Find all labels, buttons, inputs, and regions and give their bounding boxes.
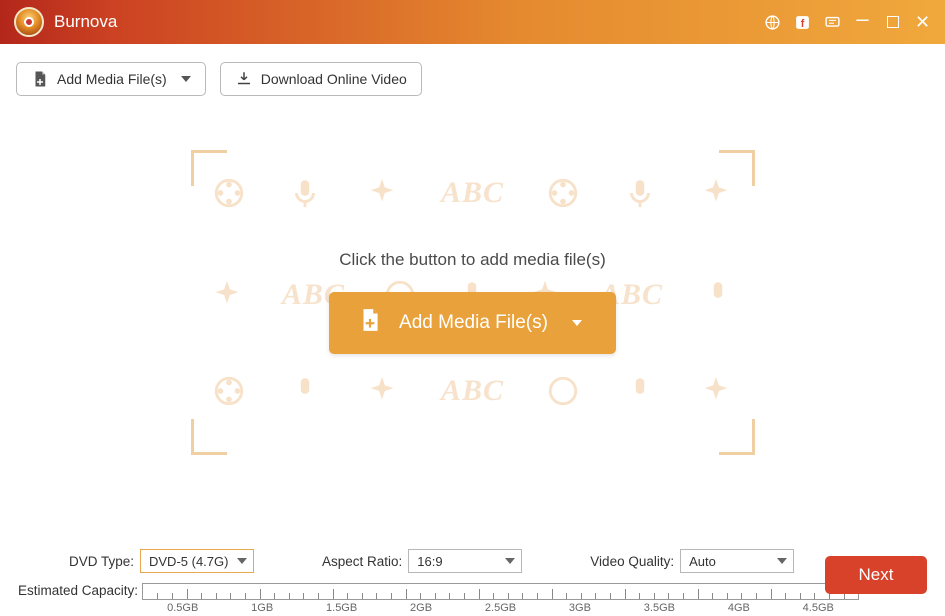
caret-down-icon <box>572 320 582 326</box>
app-logo-wrap: Burnova <box>14 7 117 37</box>
ruler-tick-label: 2GB <box>410 602 432 614</box>
video-quality-label: Video Quality: <box>590 554 674 569</box>
svg-text:f: f <box>801 17 805 29</box>
caret-down-icon <box>505 558 515 564</box>
aspect-ratio-dropdown[interactable]: 16:9 <box>408 549 522 573</box>
abc-watermark: ABC <box>441 176 504 210</box>
video-quality-value: Auto <box>689 554 716 569</box>
facebook-icon[interactable]: f <box>794 14 811 31</box>
caret-down-icon <box>237 558 247 564</box>
drop-zone[interactable]: ABC ABC ABC ABC Click the button to add … <box>191 150 755 455</box>
corner-bracket <box>719 419 755 455</box>
sparkle-icon <box>210 278 244 312</box>
download-icon <box>235 70 253 88</box>
ruler-tick-label: 4GB <box>728 602 750 614</box>
ruler-tick-label: 2.5GB <box>485 602 516 614</box>
abc-watermark: ABC <box>441 374 504 408</box>
mic-icon <box>701 278 735 312</box>
minimize-button[interactable]: – <box>854 11 871 28</box>
ruler-tick-label: 4.5GB <box>803 602 834 614</box>
title-bar: Burnova f – ✕ <box>0 0 945 44</box>
video-quality-dropdown[interactable]: Auto <box>680 549 794 573</box>
sparkle-icon <box>699 374 733 408</box>
mic-icon <box>288 176 322 210</box>
download-video-label: Download Online Video <box>261 71 407 87</box>
message-icon[interactable] <box>824 14 841 31</box>
watermark-row: ABC <box>191 374 755 408</box>
ruler-tick-label: 3GB <box>569 602 591 614</box>
caret-down-icon <box>777 558 787 564</box>
next-label: Next <box>859 565 894 584</box>
aspect-ratio-value: 16:9 <box>417 554 442 569</box>
app-logo-icon <box>14 7 44 37</box>
maximize-button[interactable] <box>884 14 901 31</box>
dvd-type-value: DVD-5 (4.7G) <box>149 554 228 569</box>
bottom-panel: DVD Type: DVD-5 (4.7G) Aspect Ratio: 16:… <box>0 541 945 616</box>
capacity-ruler: 0.5GB1GB1.5GB2GB2.5GB3GB3.5GB4GB4.5GB <box>142 583 859 600</box>
aspect-ratio-label: Aspect Ratio: <box>322 554 402 569</box>
mic-icon <box>623 176 657 210</box>
corner-bracket <box>191 419 227 455</box>
mic-icon <box>288 374 322 408</box>
add-media-label: Add Media File(s) <box>57 71 167 87</box>
watermark-row: ABC <box>191 176 755 210</box>
mic-icon <box>623 374 657 408</box>
reel-icon <box>212 374 246 408</box>
close-button[interactable]: ✕ <box>914 14 931 31</box>
next-button[interactable]: Next <box>825 556 927 594</box>
download-video-button[interactable]: Download Online Video <box>220 62 422 96</box>
toolbar: Add Media File(s) Download Online Video <box>0 44 945 106</box>
reel-icon <box>546 176 580 210</box>
file-add-icon <box>31 70 49 88</box>
sparkle-icon <box>365 176 399 210</box>
ruler-tick-label: 0.5GB <box>167 602 198 614</box>
add-media-big-label: Add Media File(s) <box>399 312 548 334</box>
dvd-type-label: DVD Type: <box>16 554 134 569</box>
globe-icon[interactable] <box>764 14 781 31</box>
sparkle-icon <box>365 374 399 408</box>
corner-bracket <box>719 150 755 186</box>
file-add-icon <box>357 307 383 339</box>
dvd-type-dropdown[interactable]: DVD-5 (4.7G) <box>140 549 254 573</box>
add-media-button[interactable]: Add Media File(s) <box>16 62 206 96</box>
ruler-tick-label: 1.5GB <box>326 602 357 614</box>
main-area: ABC ABC ABC ABC Click the button to add … <box>0 106 945 498</box>
ruler-tick-label: 1GB <box>251 602 273 614</box>
reel-icon <box>546 374 580 408</box>
app-title: Burnova <box>54 12 117 32</box>
add-media-big-button[interactable]: Add Media File(s) <box>329 292 616 354</box>
capacity-label: Estimated Capacity: <box>16 583 138 598</box>
drop-prompt: Click the button to add media file(s) <box>339 250 605 270</box>
corner-bracket <box>191 150 227 186</box>
ruler-tick-label: 3.5GB <box>644 602 675 614</box>
caret-down-icon <box>181 76 191 82</box>
